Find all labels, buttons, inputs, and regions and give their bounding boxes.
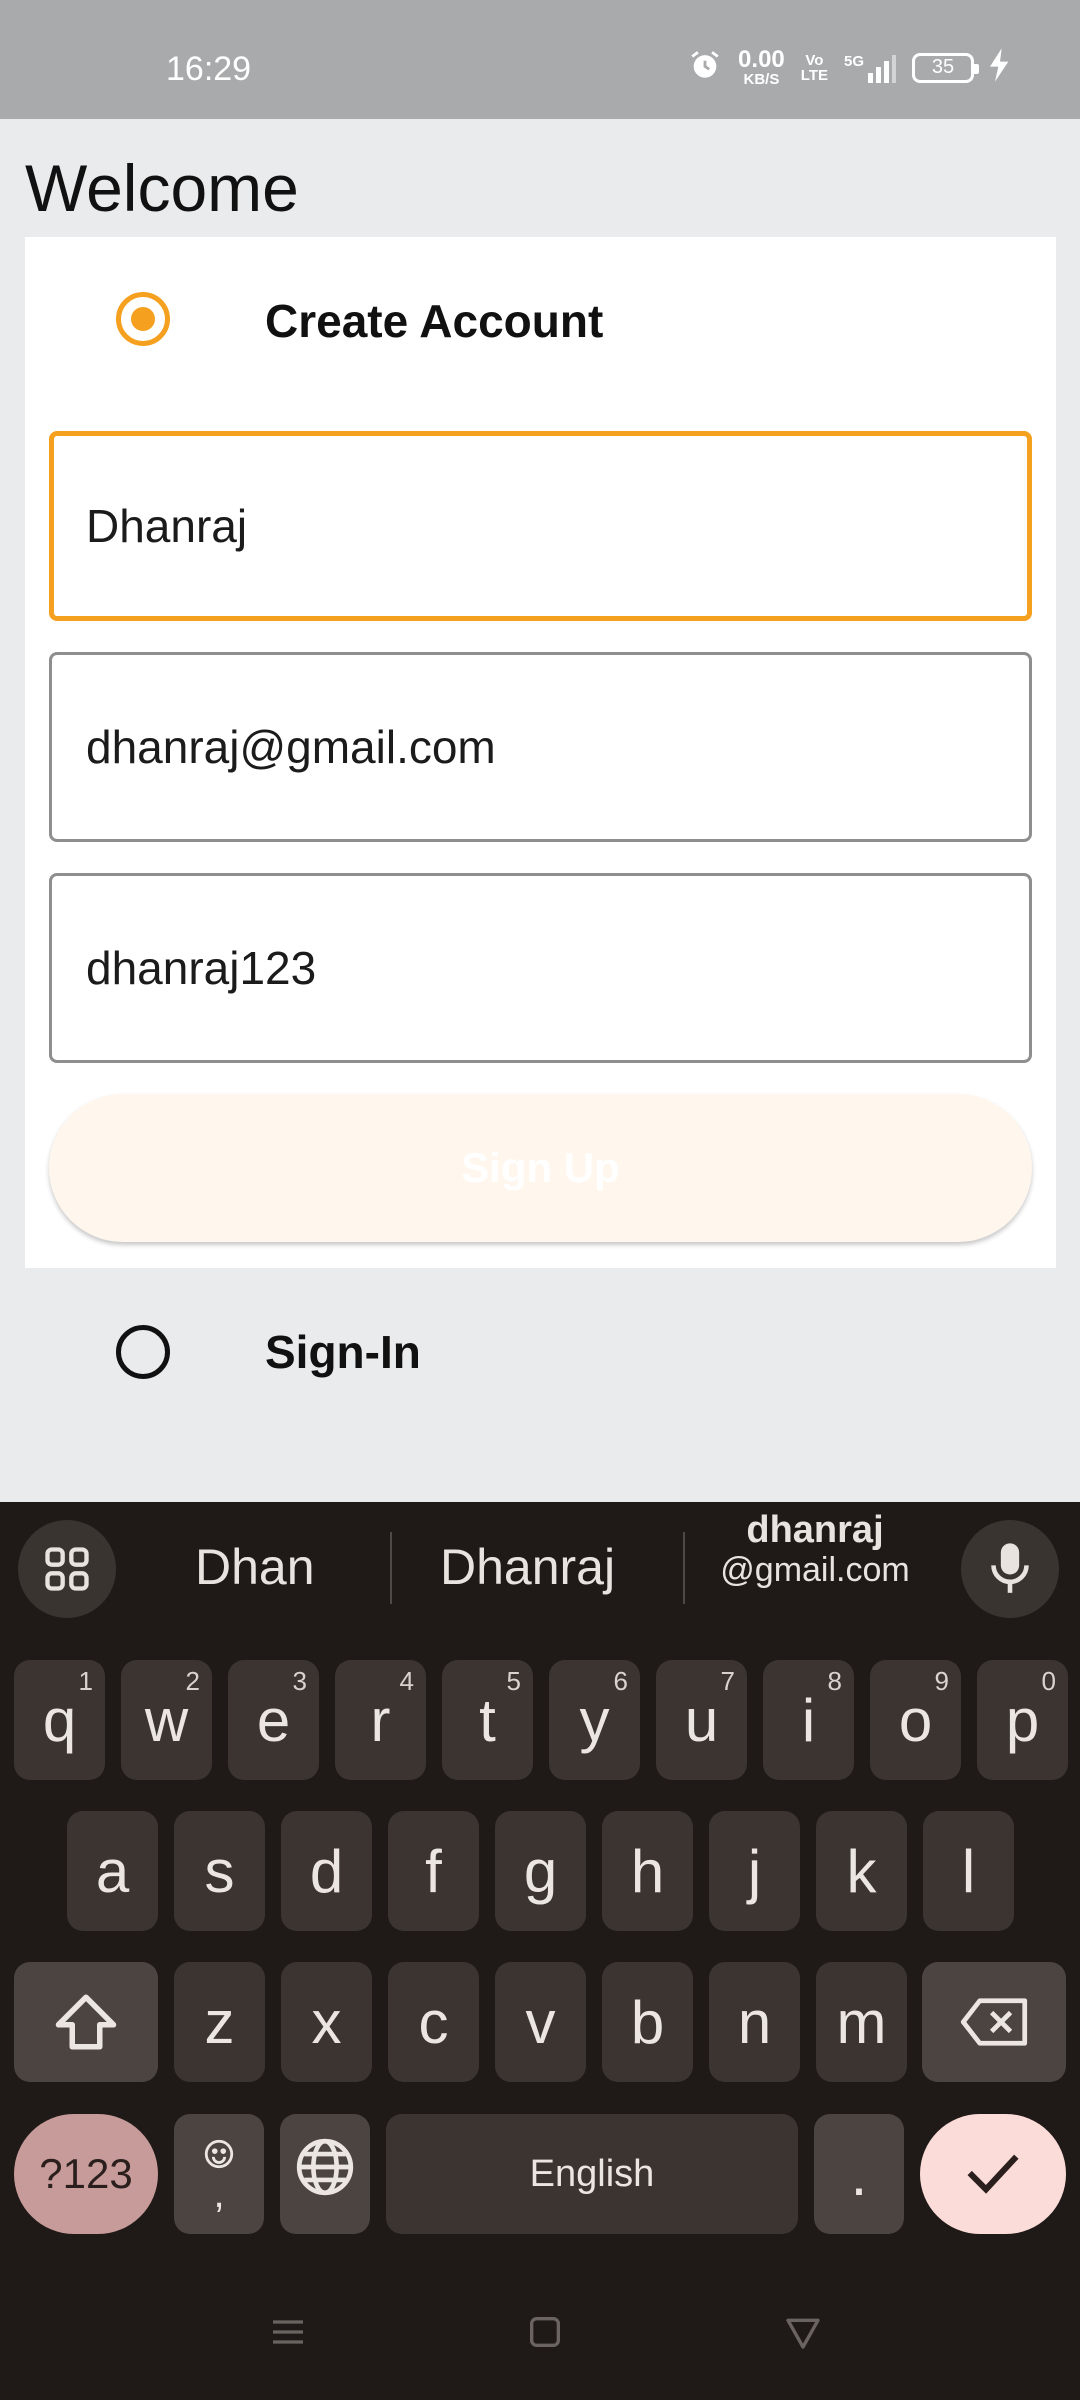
- create-account-radio[interactable]: [116, 292, 170, 346]
- net-speed: 0.00 KB/S: [738, 46, 785, 88]
- key-g[interactable]: g: [495, 1811, 586, 1931]
- status-icons: 0.00 KB/S Vo LTE 5G 35: [688, 48, 1010, 87]
- sign-up-button[interactable]: Sign Up: [49, 1094, 1032, 1242]
- apps-grid-icon[interactable]: [18, 1520, 116, 1618]
- volte-indicator: Vo LTE: [800, 51, 828, 84]
- key-hint: 3: [292, 1666, 307, 1696]
- key-r[interactable]: r4: [335, 1660, 426, 1780]
- email-field-value: dhanraj@gmail.com: [86, 721, 496, 773]
- sign-in-label[interactable]: Sign-In: [265, 1325, 421, 1379]
- suggestion-bar: Dhan Dhanraj dhanraj @gmail.com: [0, 1502, 1080, 1632]
- page-title: Welcome: [25, 151, 299, 225]
- password-field[interactable]: dhanraj123: [49, 873, 1032, 1063]
- key-v[interactable]: v: [495, 1962, 586, 2082]
- key-h[interactable]: h: [602, 1811, 693, 1931]
- key-a[interactable]: a: [67, 1811, 158, 1931]
- check-icon: [965, 2140, 1021, 2209]
- menu-icon[interactable]: [268, 2312, 308, 2357]
- suggestion-3[interactable]: dhanraj @gmail.com: [700, 1509, 930, 1589]
- charging-icon: [990, 48, 1010, 87]
- create-account-card: Create Account Dhanraj dhanraj@gmail.com…: [25, 237, 1056, 1268]
- key-q[interactable]: q1: [14, 1660, 105, 1780]
- email-field[interactable]: dhanraj@gmail.com: [49, 652, 1032, 842]
- key-hint: 7: [720, 1666, 735, 1696]
- key-s[interactable]: s: [174, 1811, 265, 1931]
- emoji-icon: [202, 2137, 236, 2176]
- key-k[interactable]: k: [816, 1811, 907, 1931]
- name-field[interactable]: Dhanraj: [49, 431, 1032, 621]
- key-m[interactable]: m: [816, 1962, 907, 2082]
- home-icon[interactable]: [525, 2312, 565, 2357]
- back-icon[interactable]: [783, 2312, 823, 2357]
- key-hint: 5: [506, 1666, 521, 1696]
- key-hint: 0: [1041, 1666, 1056, 1696]
- suggestion-1[interactable]: Dhan: [195, 1538, 315, 1596]
- period-key[interactable]: .: [814, 2114, 904, 2234]
- key-hint: 1: [78, 1666, 93, 1696]
- key-p[interactable]: p0: [977, 1660, 1068, 1780]
- key-l[interactable]: l: [923, 1811, 1014, 1931]
- key-x[interactable]: x: [281, 1962, 372, 2082]
- suggestion-2[interactable]: Dhanraj: [440, 1538, 615, 1596]
- suggestion-divider: [390, 1532, 392, 1604]
- key-d[interactable]: d: [281, 1811, 372, 1931]
- key-hint: 9: [934, 1666, 949, 1696]
- key-y[interactable]: y6: [549, 1660, 640, 1780]
- sign-up-label: Sign Up: [461, 1144, 620, 1191]
- key-e[interactable]: e3: [228, 1660, 319, 1780]
- key-hint: 6: [613, 1666, 628, 1696]
- alarm-icon: [688, 48, 722, 87]
- name-field-value: Dhanraj: [86, 500, 248, 552]
- key-b[interactable]: b: [602, 1962, 693, 2082]
- emoji-comma-key[interactable]: ,: [174, 2114, 264, 2234]
- key-f[interactable]: f: [388, 1811, 479, 1931]
- space-key[interactable]: English: [386, 2114, 798, 2234]
- enter-key[interactable]: [920, 2114, 1066, 2234]
- password-field-value: dhanraj123: [86, 942, 317, 994]
- key-w[interactable]: w2: [121, 1660, 212, 1780]
- key-c[interactable]: c: [388, 1962, 479, 2082]
- globe-key[interactable]: [280, 2114, 370, 2234]
- microphone-icon[interactable]: [961, 1520, 1059, 1618]
- status-time: 16:29: [166, 50, 252, 88]
- key-t[interactable]: t5: [442, 1660, 533, 1780]
- key-hint: 2: [185, 1666, 200, 1696]
- backspace-key[interactable]: [922, 1962, 1066, 2082]
- key-i[interactable]: i8: [763, 1660, 854, 1780]
- key-o[interactable]: o9: [870, 1660, 961, 1780]
- status-bar: 16:29 0.00 KB/S Vo LTE 5G 35: [0, 0, 1080, 119]
- key-hint: 8: [827, 1666, 842, 1696]
- signal-icon: 5G: [844, 53, 896, 83]
- key-u[interactable]: u7: [656, 1660, 747, 1780]
- globe-icon: [294, 2136, 356, 2212]
- key-j[interactable]: j: [709, 1811, 800, 1931]
- key-n[interactable]: n: [709, 1962, 800, 2082]
- symbols-key[interactable]: ?123: [14, 2114, 158, 2234]
- sign-in-radio[interactable]: [116, 1325, 170, 1379]
- suggestion-divider: [683, 1532, 685, 1604]
- key-z[interactable]: z: [174, 1962, 265, 2082]
- battery-icon: 35: [912, 52, 979, 83]
- key-hint: 4: [399, 1666, 414, 1696]
- create-account-label[interactable]: Create Account: [265, 294, 603, 348]
- shift-key[interactable]: [14, 1962, 158, 2082]
